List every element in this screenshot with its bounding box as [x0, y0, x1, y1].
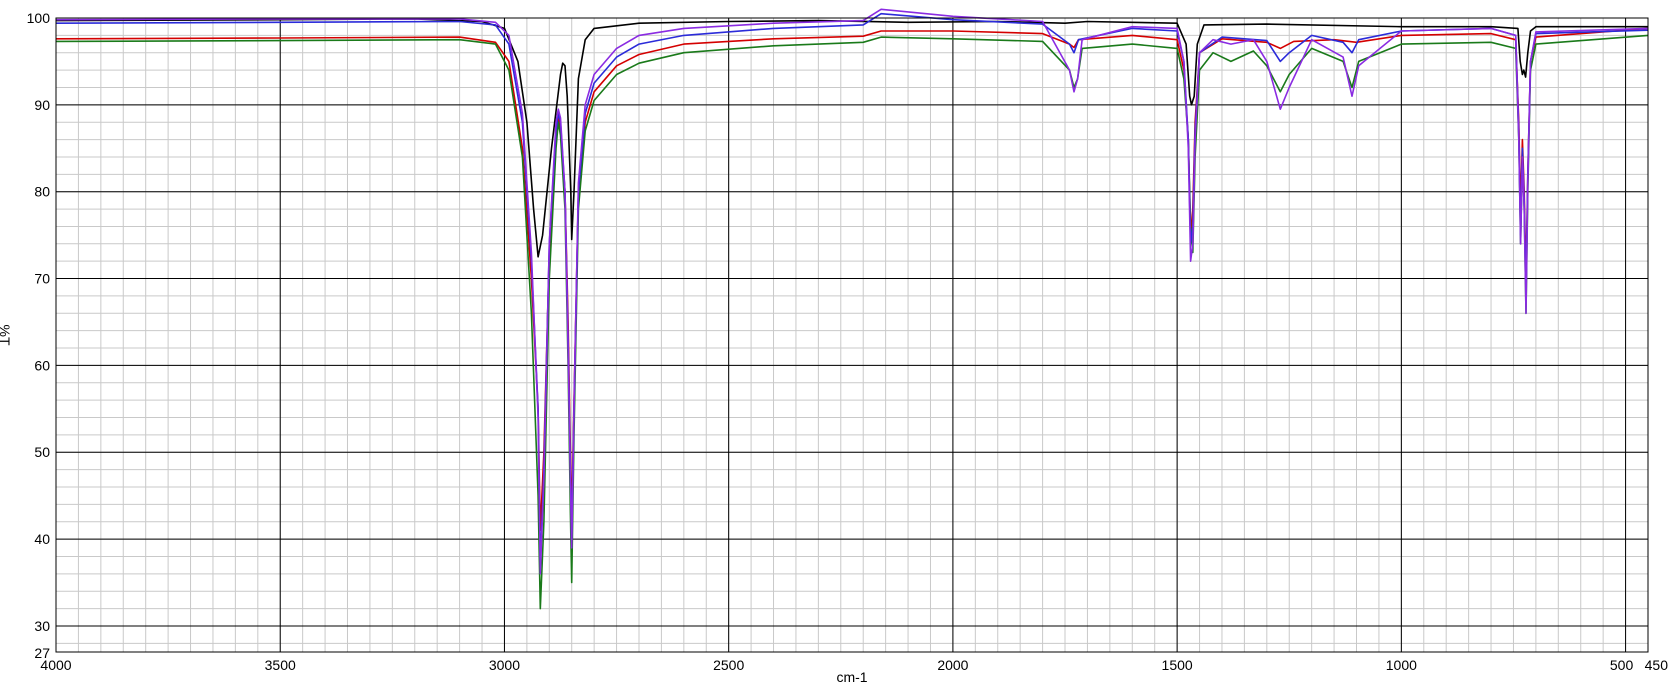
ir-spectrum-chart: 4000 3500 3000 2500 2000 1500 1000 500 450 27304… [0, 8, 1669, 685]
y-tick-label: 27 [34, 645, 50, 661]
y-tick-label: 90 [34, 97, 50, 113]
x-tick-label: 1000 [1386, 657, 1417, 673]
y-tick-label: 70 [34, 271, 50, 287]
x-tick-label: 2000 [937, 657, 968, 673]
x-tick-label: 2500 [713, 657, 744, 673]
y-axis-label: %T [0, 325, 13, 346]
y-tick-label: 100 [27, 10, 51, 26]
y-tick-label: 60 [34, 357, 50, 373]
x-tick-label: 450 [1645, 657, 1669, 673]
y-tick-label: 50 [34, 444, 50, 460]
x-axis-label: cm-1 [836, 669, 867, 685]
y-tick-label: 40 [34, 531, 50, 547]
x-tick-label: 500 [1610, 657, 1634, 673]
y-tick-labels: 27 30 40 50 60 70 80 90 100 [27, 10, 51, 661]
x-tick-label: 1500 [1162, 657, 1193, 673]
x-tick-label: 3500 [265, 657, 296, 673]
x-tick-label: 3000 [489, 657, 520, 673]
y-tick-label: 80 [34, 184, 50, 200]
y-tick-label: 30 [34, 618, 50, 634]
